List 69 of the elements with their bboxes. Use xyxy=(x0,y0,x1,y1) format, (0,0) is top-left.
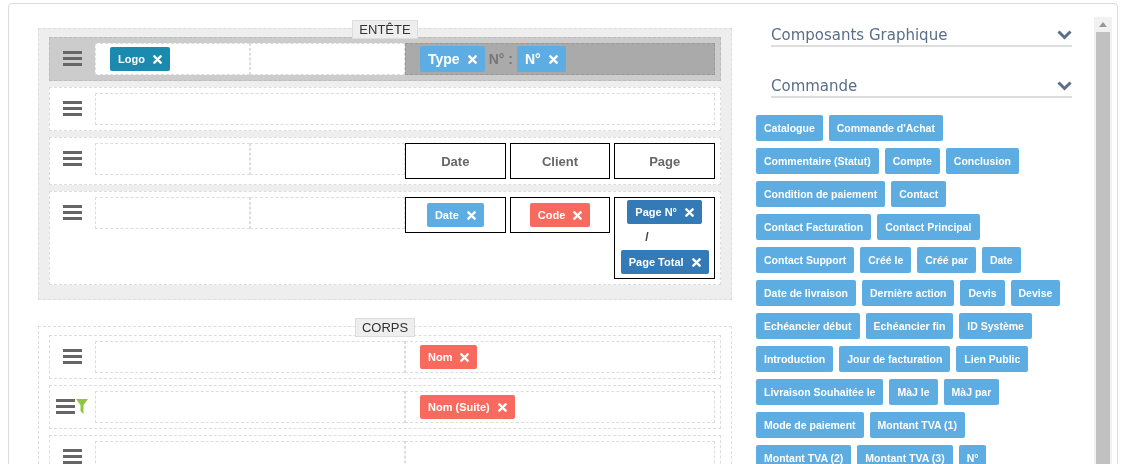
field-button[interactable]: Commande d'Achat xyxy=(828,115,943,141)
scroll-up-icon[interactable] xyxy=(1099,22,1107,27)
field-button[interactable]: Créé par xyxy=(917,247,976,273)
field-button[interactable]: Mode de paiement xyxy=(756,412,864,438)
field-button[interactable]: MàJ le xyxy=(889,379,938,405)
field-button[interactable]: N° xyxy=(958,445,987,464)
chevron-down-icon xyxy=(1057,30,1072,40)
drag-handle-icon[interactable] xyxy=(63,205,82,220)
chevron-down-icon xyxy=(1057,81,1072,91)
field-button[interactable]: Contact Support xyxy=(756,247,855,273)
column-header: Date xyxy=(441,153,470,169)
field-button[interactable]: Contact xyxy=(891,181,947,207)
remove-icon[interactable] xyxy=(466,210,476,220)
field-chip[interactable]: Page Total xyxy=(620,250,709,274)
field-button[interactable]: Lien Public xyxy=(956,346,1029,372)
section-title: CORPS xyxy=(354,318,416,337)
field-chip[interactable]: Nom (Suite) xyxy=(420,395,515,419)
field-button[interactable]: MàJ par xyxy=(943,379,1000,405)
field-button[interactable]: Montant TVA (3) xyxy=(857,445,953,464)
field-chip[interactable]: Logo xyxy=(110,47,170,71)
drag-handle-icon[interactable] xyxy=(56,399,75,414)
column-header: Page xyxy=(649,153,681,169)
drag-handle-icon[interactable] xyxy=(63,101,82,116)
remove-icon[interactable] xyxy=(497,402,507,412)
field-button[interactable]: Conclusion xyxy=(945,148,1020,174)
remove-icon[interactable] xyxy=(685,207,695,217)
column-header: Client xyxy=(541,153,579,169)
field-chip[interactable]: Page N° xyxy=(627,200,703,224)
accordion-header[interactable]: Commande xyxy=(771,77,1072,98)
accordion-header[interactable]: Composants Graphique xyxy=(771,26,1072,47)
scrollbar-thumb[interactable] xyxy=(1096,32,1110,464)
remove-icon[interactable] xyxy=(152,54,162,64)
drag-handle-icon[interactable] xyxy=(63,349,82,364)
field-chip[interactable]: Type xyxy=(420,46,485,72)
field-button[interactable]: Date de livraison xyxy=(756,280,857,306)
field-button[interactable]: Compte xyxy=(884,148,940,174)
field-chip[interactable]: Code xyxy=(529,203,591,227)
field-button[interactable]: Livraison Souhaitée le xyxy=(756,379,884,405)
field-button[interactable]: Contact Principal xyxy=(877,214,980,240)
field-button[interactable]: Date xyxy=(981,247,1021,273)
field-button[interactable]: Créé le xyxy=(860,247,912,273)
field-button[interactable]: Introduction xyxy=(756,346,834,372)
field-chip[interactable]: N° xyxy=(516,46,566,72)
remove-icon[interactable] xyxy=(691,257,701,267)
field-chip[interactable]: Nom xyxy=(420,345,478,369)
field-button[interactable]: Echéancier début xyxy=(756,313,860,339)
remove-icon[interactable] xyxy=(467,54,477,64)
field-button[interactable]: Devis xyxy=(960,280,1005,306)
drag-handle-icon[interactable] xyxy=(63,449,82,464)
field-button[interactable]: Commentaire (Statut) xyxy=(756,148,879,174)
field-button[interactable]: Echéancier fin xyxy=(865,313,954,339)
remove-icon[interactable] xyxy=(573,210,583,220)
field-button[interactable]: Contact Facturation xyxy=(756,214,872,240)
filter-icon[interactable] xyxy=(76,399,88,414)
field-button[interactable]: Condition de paiement xyxy=(756,181,886,207)
remove-icon[interactable] xyxy=(548,54,558,64)
field-chip[interactable]: Date xyxy=(426,203,484,227)
drag-handle-icon[interactable] xyxy=(63,151,82,166)
section-title: ENTÊTE xyxy=(352,20,418,39)
field-button[interactable]: ID Système xyxy=(959,313,1032,339)
field-button[interactable]: Dernière action xyxy=(862,280,955,306)
field-button[interactable]: Montant TVA (1) xyxy=(869,412,965,438)
remove-icon[interactable] xyxy=(460,352,470,362)
field-button[interactable]: Catalogue xyxy=(756,115,823,141)
field-button[interactable]: Jour de facturation xyxy=(839,346,951,372)
field-button[interactable]: Montant TVA (2) xyxy=(756,445,852,464)
drag-handle-icon[interactable] xyxy=(63,51,82,66)
separator-text: / xyxy=(645,230,649,244)
field-button[interactable]: Devise xyxy=(1010,280,1061,306)
